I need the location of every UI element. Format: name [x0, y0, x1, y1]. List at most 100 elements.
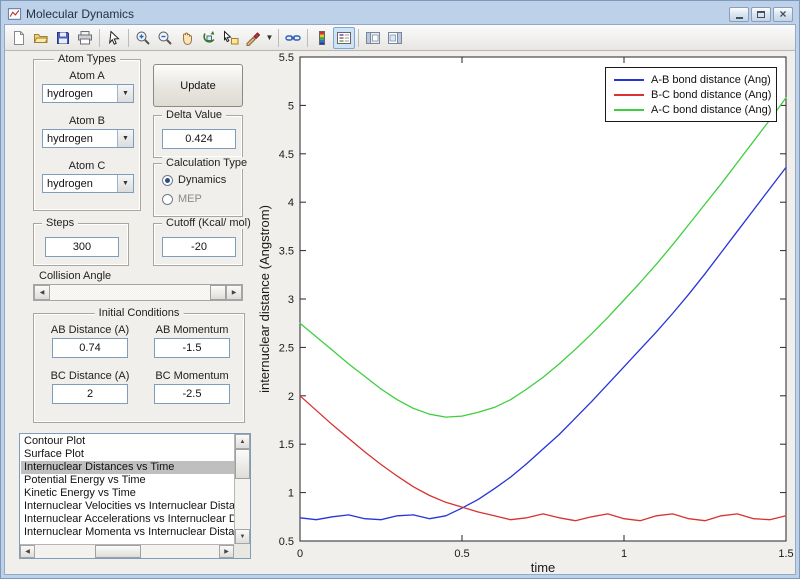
- legend-line-sample: [614, 108, 644, 111]
- legend-line-sample: [614, 93, 644, 96]
- svg-text:2: 2: [288, 391, 294, 403]
- listbox-items: Contour Plot Surface Plot Internuclear Dis…: [21, 435, 234, 543]
- edit-plot-button[interactable]: [103, 27, 125, 49]
- close-button[interactable]: ×: [773, 6, 793, 22]
- hide-plot-tools-button[interactable]: [362, 27, 384, 49]
- list-item[interactable]: Internuclear Momenta vs Internuclear Dis…: [21, 526, 234, 539]
- scroll-left-arrow-icon[interactable]: ◀: [20, 545, 35, 558]
- legend-label: A-C bond distance (Ang): [651, 103, 772, 116]
- minimize-button[interactable]: [729, 6, 749, 22]
- atom-b-select[interactable]: hydrogen ▼: [42, 129, 134, 148]
- rotate-3d-button[interactable]: [198, 27, 220, 49]
- brush-dropdown-icon[interactable]: ▼: [264, 27, 275, 49]
- listbox-vertical-scrollbar[interactable]: ▲ ▼: [234, 434, 250, 544]
- initial-conditions-title: Initial Conditions: [94, 307, 184, 319]
- radio-dynamics-label: Dynamics: [178, 174, 227, 186]
- scroll-up-arrow-icon[interactable]: ▲: [235, 434, 250, 449]
- atom-c-select[interactable]: hydrogen ▼: [42, 174, 134, 193]
- list-item[interactable]: Contour Plot: [21, 435, 234, 448]
- print-figure-button[interactable]: [74, 27, 96, 49]
- new-figure-button[interactable]: [8, 27, 30, 49]
- list-item[interactable]: Surface Plot: [21, 448, 234, 461]
- insert-colorbar-button[interactable]: [311, 27, 333, 49]
- maximize-button[interactable]: [751, 6, 771, 22]
- steps-field[interactable]: [45, 237, 119, 257]
- svg-text:2.5: 2.5: [279, 342, 294, 354]
- delta-value-field[interactable]: [162, 129, 236, 149]
- legend-line-sample: [614, 78, 644, 81]
- list-item[interactable]: Internuclear Distances vs Time: [21, 461, 234, 474]
- new-figure-icon: [14, 30, 24, 45]
- steps-title: Steps: [42, 217, 79, 229]
- chevron-down-icon[interactable]: ▼: [117, 85, 133, 102]
- chevron-down-icon[interactable]: ▼: [117, 175, 133, 192]
- svg-text:3: 3: [288, 294, 294, 306]
- list-item[interactable]: Potential Energy vs Time: [21, 474, 234, 487]
- svg-text:1.5: 1.5: [279, 439, 294, 451]
- chevron-down-icon[interactable]: ▼: [117, 130, 133, 147]
- update-button[interactable]: Update: [153, 64, 243, 107]
- bc-momentum-label: BC Momentum: [155, 370, 229, 382]
- cutoff-panel: Cutoff (Kcal/ mol): [153, 217, 255, 266]
- data-cursor-button[interactable]: [220, 27, 242, 49]
- ab-distance-field[interactable]: [52, 338, 128, 358]
- pan-button[interactable]: [176, 27, 198, 49]
- app-window: Molecular Dynamics × ▼ Atom Types Atom A…: [0, 0, 800, 579]
- cutoff-field[interactable]: [162, 237, 236, 257]
- titlebar[interactable]: Molecular Dynamics ×: [4, 4, 796, 24]
- svg-text:1: 1: [288, 488, 294, 500]
- svg-text:1.5: 1.5: [778, 548, 793, 560]
- ab-momentum-label: AB Momentum: [155, 324, 229, 336]
- svg-text:internuclear distance (Angstro: internuclear distance (Angstrom): [257, 205, 272, 393]
- figure-content: Atom Types Atom A hydrogen ▼ Atom B hydr…: [5, 51, 795, 574]
- bc-distance-label: BC Distance (A): [50, 370, 130, 382]
- plot-legend[interactable]: A-B bond distance (Ang) B-C bond distance…: [605, 67, 777, 122]
- collision-angle-slider[interactable]: ◀ ▶: [33, 284, 243, 301]
- legend-entry: A-C bond distance (Ang): [608, 102, 774, 117]
- svg-text:5.5: 5.5: [279, 52, 294, 64]
- svg-text:4: 4: [288, 197, 294, 209]
- insert-legend-icon: [337, 31, 351, 44]
- list-item[interactable]: Internuclear Accelerations vs Internucle…: [21, 513, 234, 526]
- bc-distance-field[interactable]: [52, 384, 128, 404]
- list-item[interactable]: Internuclear Velocities vs Internuclear …: [21, 500, 234, 513]
- save-figure-button[interactable]: [52, 27, 74, 49]
- ab-momentum-field[interactable]: [154, 338, 230, 358]
- atom-a-value: hydrogen: [47, 87, 93, 100]
- link-plot-button[interactable]: [282, 27, 304, 49]
- zoom-in-icon: [136, 31, 150, 45]
- open-file-button[interactable]: [30, 27, 52, 49]
- insert-legend-button[interactable]: [333, 26, 355, 49]
- vertical-scroll-thumb[interactable]: [235, 449, 250, 479]
- show-plot-tools-button[interactable]: [384, 27, 406, 49]
- slider-track[interactable]: [50, 285, 226, 300]
- radio-selected-icon: [162, 174, 173, 186]
- slider-thumb[interactable]: [210, 285, 226, 300]
- scroll-right-arrow-icon[interactable]: ▶: [219, 545, 234, 558]
- legend-label: A-B bond distance (Ang): [651, 73, 771, 86]
- plot-area[interactable]: 0 0.5 1 1.5 0.5 1 1.5 2 2.5 3 3.5 4 4.5 5 5.5 time inter…: [255, 51, 795, 574]
- listbox-horizontal-scrollbar[interactable]: ◀ ▶: [20, 544, 234, 558]
- zoom-in-button[interactable]: [132, 27, 154, 49]
- list-item[interactable]: Kinetic Energy vs Time: [21, 487, 234, 500]
- figure-toolbar: ▼: [5, 25, 795, 51]
- atom-types-panel: Atom Types Atom A hydrogen ▼ Atom B hydr…: [33, 53, 141, 211]
- pan-hand-icon: [183, 32, 192, 45]
- insert-colorbar-icon: [319, 30, 325, 45]
- atom-a-select[interactable]: hydrogen ▼: [42, 84, 134, 103]
- slider-right-arrow-icon[interactable]: ▶: [226, 285, 242, 300]
- toolbar-separator: [307, 28, 308, 47]
- plot-type-listbox[interactable]: Contour Plot Surface Plot Internuclear Dis…: [19, 433, 251, 559]
- svg-text:0.5: 0.5: [279, 536, 294, 548]
- radio-mep[interactable]: MEP: [162, 193, 202, 205]
- horizontal-scroll-thumb[interactable]: [95, 545, 141, 558]
- scroll-down-arrow-icon[interactable]: ▼: [235, 529, 250, 544]
- slider-left-arrow-icon[interactable]: ◀: [34, 285, 50, 300]
- zoom-out-button[interactable]: [154, 27, 176, 49]
- ab-distance-label: AB Distance (A): [50, 324, 130, 336]
- bc-momentum-field[interactable]: [154, 384, 230, 404]
- radio-dynamics[interactable]: Dynamics: [162, 174, 226, 186]
- edit-plot-arrow-icon: [109, 29, 120, 45]
- brush-button[interactable]: [242, 27, 264, 49]
- minimize-icon: [735, 16, 743, 19]
